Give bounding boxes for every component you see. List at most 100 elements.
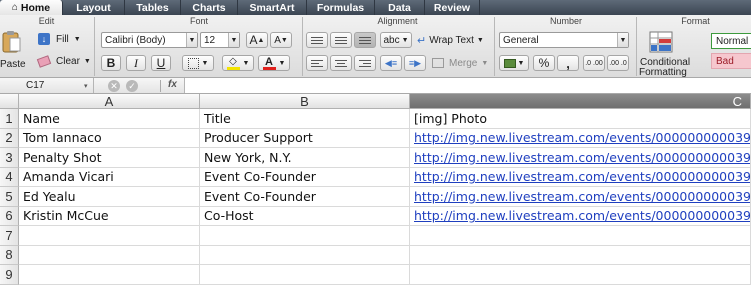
row-header[interactable]: 7: [0, 226, 19, 246]
borders-button[interactable]: ▼: [182, 55, 214, 71]
tab-charts[interactable]: Charts: [181, 0, 238, 15]
table-cell[interactable]: Name: [19, 109, 200, 129]
table-cell[interactable]: Penalty Shot: [19, 148, 200, 168]
chevron-down-icon: ▼: [201, 59, 209, 67]
bold-button[interactable]: B: [101, 55, 121, 71]
tab-layout[interactable]: Layout: [63, 0, 125, 15]
font-color-button[interactable]: A ▼: [258, 55, 290, 71]
photo-link-cell[interactable]: http://img.new.livestream.com/events/000…: [410, 206, 751, 226]
column-header-a[interactable]: A: [19, 94, 200, 109]
style-bad[interactable]: Bad: [711, 53, 751, 69]
row-header[interactable]: 1: [0, 109, 19, 129]
align-right-icon: [359, 59, 371, 67]
photo-link-cell[interactable]: http://img.new.livestream.com/events/000…: [410, 128, 751, 148]
decrease-decimal-button[interactable]: .00 .0: [607, 55, 629, 71]
fill-color-button[interactable]: ◇ ▼: [222, 55, 254, 71]
confirm-entry-icon[interactable]: ✓: [126, 80, 138, 92]
italic-button[interactable]: I: [126, 55, 146, 71]
table-cell[interactable]: [200, 226, 410, 246]
column-header-b[interactable]: B: [200, 94, 410, 109]
photo-link-cell[interactable]: http://img.new.livestream.com/events/000…: [410, 167, 751, 187]
tab-review[interactable]: Review: [425, 0, 480, 15]
table-cell[interactable]: Event Co-Founder: [200, 167, 410, 187]
tab-data[interactable]: Data: [375, 0, 425, 15]
table-cell[interactable]: Tom Iannaco: [19, 128, 200, 148]
align-right-button[interactable]: [354, 55, 376, 71]
photo-link-cell[interactable]: http://img.new.livestream.com/events/000…: [410, 148, 751, 168]
tab-strip-filler: [480, 0, 751, 15]
table-cell[interactable]: Event Co-Founder: [200, 187, 410, 207]
row-header[interactable]: 9: [0, 265, 19, 285]
align-middle-button[interactable]: [330, 32, 352, 48]
clipboard-icon: [2, 31, 21, 53]
tab-home[interactable]: ⌂ Home: [0, 0, 63, 15]
tab-formulas[interactable]: Formulas: [307, 0, 375, 15]
caret-down-icon: ▼: [280, 36, 288, 44]
insert-function-icon[interactable]: fx: [168, 79, 177, 90]
clear-button[interactable]: Clear ▼: [36, 54, 91, 68]
table-cell[interactable]: [410, 226, 751, 246]
decrease-indent-button[interactable]: ◀≡: [380, 55, 402, 71]
group-label-alignment: Alignment: [377, 16, 418, 26]
formula-input[interactable]: [184, 78, 751, 93]
table-cell[interactable]: [410, 265, 751, 285]
number-format-select[interactable]: General ▼: [499, 32, 629, 48]
percent-button[interactable]: %: [533, 55, 555, 71]
table-cell[interactable]: Title: [200, 109, 410, 129]
table-cell[interactable]: [200, 265, 410, 285]
underline-button[interactable]: U: [151, 55, 171, 71]
column-header-c[interactable]: C: [410, 94, 751, 109]
currency-format-button[interactable]: ▼: [499, 55, 529, 71]
increase-indent-button[interactable]: ≡▶: [404, 55, 426, 71]
tab-tables[interactable]: Tables: [125, 0, 181, 15]
table-cell[interactable]: Producer Support: [200, 128, 410, 148]
align-top-button[interactable]: [306, 32, 328, 48]
font-size-select[interactable]: 12 ▼: [200, 32, 240, 48]
comma-style-button[interactable]: ,: [557, 55, 579, 71]
name-box[interactable]: C17 ▾: [0, 78, 94, 93]
table-cell[interactable]: Ed Yealu: [19, 187, 200, 207]
table-cell[interactable]: [19, 265, 200, 285]
row-header[interactable]: 6: [0, 206, 19, 226]
table-cell[interactable]: [19, 245, 200, 265]
select-all-corner[interactable]: [0, 94, 19, 109]
paste-button[interactable]: Paste: [0, 30, 26, 74]
table-cell[interactable]: Co-Host: [200, 206, 410, 226]
align-left-button[interactable]: [306, 55, 328, 71]
chevron-down-icon: ▼: [517, 59, 525, 67]
row-header[interactable]: 8: [0, 245, 19, 265]
row-header[interactable]: 4: [0, 167, 19, 187]
align-center-button[interactable]: [330, 55, 352, 71]
table-cell[interactable]: Kristin McCue: [19, 206, 200, 226]
increase-decimal-button[interactable]: .0 .00: [583, 55, 605, 71]
table-cell[interactable]: Amanda Vicari: [19, 167, 200, 187]
group-divider: [94, 17, 95, 76]
tab-smartart[interactable]: SmartArt: [238, 0, 307, 15]
merge-button[interactable]: Merge ▼: [432, 56, 488, 70]
photo-link-cell[interactable]: http://img.new.livestream.com/events/000…: [410, 187, 751, 207]
row-header[interactable]: 3: [0, 148, 19, 168]
cancel-entry-icon[interactable]: ✕: [108, 80, 120, 92]
shrink-font-button[interactable]: A ▼: [270, 32, 292, 48]
spreadsheet-grid[interactable]: A B C 1 Name Title [img] Photo 2 Tom Iannaco P…: [0, 94, 751, 288]
conditional-formatting-button[interactable]: Conditional Formatting: [638, 29, 690, 78]
table-cell[interactable]: [410, 245, 751, 265]
font-name-select[interactable]: Calibri (Body) ▼: [101, 32, 198, 48]
orientation-button[interactable]: abc ▼: [380, 32, 412, 48]
row-header[interactable]: 2: [0, 128, 19, 148]
merge-icon: [432, 58, 444, 68]
align-bottom-button[interactable]: [354, 32, 376, 48]
row-header[interactable]: 5: [0, 187, 19, 207]
grow-font-button[interactable]: A ▲: [246, 32, 268, 48]
table-cell[interactable]: [img] Photo: [410, 109, 751, 129]
group-label-format: Format: [681, 16, 710, 26]
font-name-value: Calibri (Body): [105, 34, 166, 46]
table-cell[interactable]: New York, N.Y.: [200, 148, 410, 168]
style-normal[interactable]: Normal: [711, 33, 751, 49]
fill-button[interactable]: ↓ Fill ▼: [38, 32, 81, 46]
wrap-text-button[interactable]: ↵ Wrap Text ▼: [417, 33, 484, 47]
chevron-down-icon: ▼: [476, 36, 484, 44]
table-cell[interactable]: [19, 226, 200, 246]
table-cell[interactable]: [200, 245, 410, 265]
grow-font-icon: A: [249, 33, 258, 47]
